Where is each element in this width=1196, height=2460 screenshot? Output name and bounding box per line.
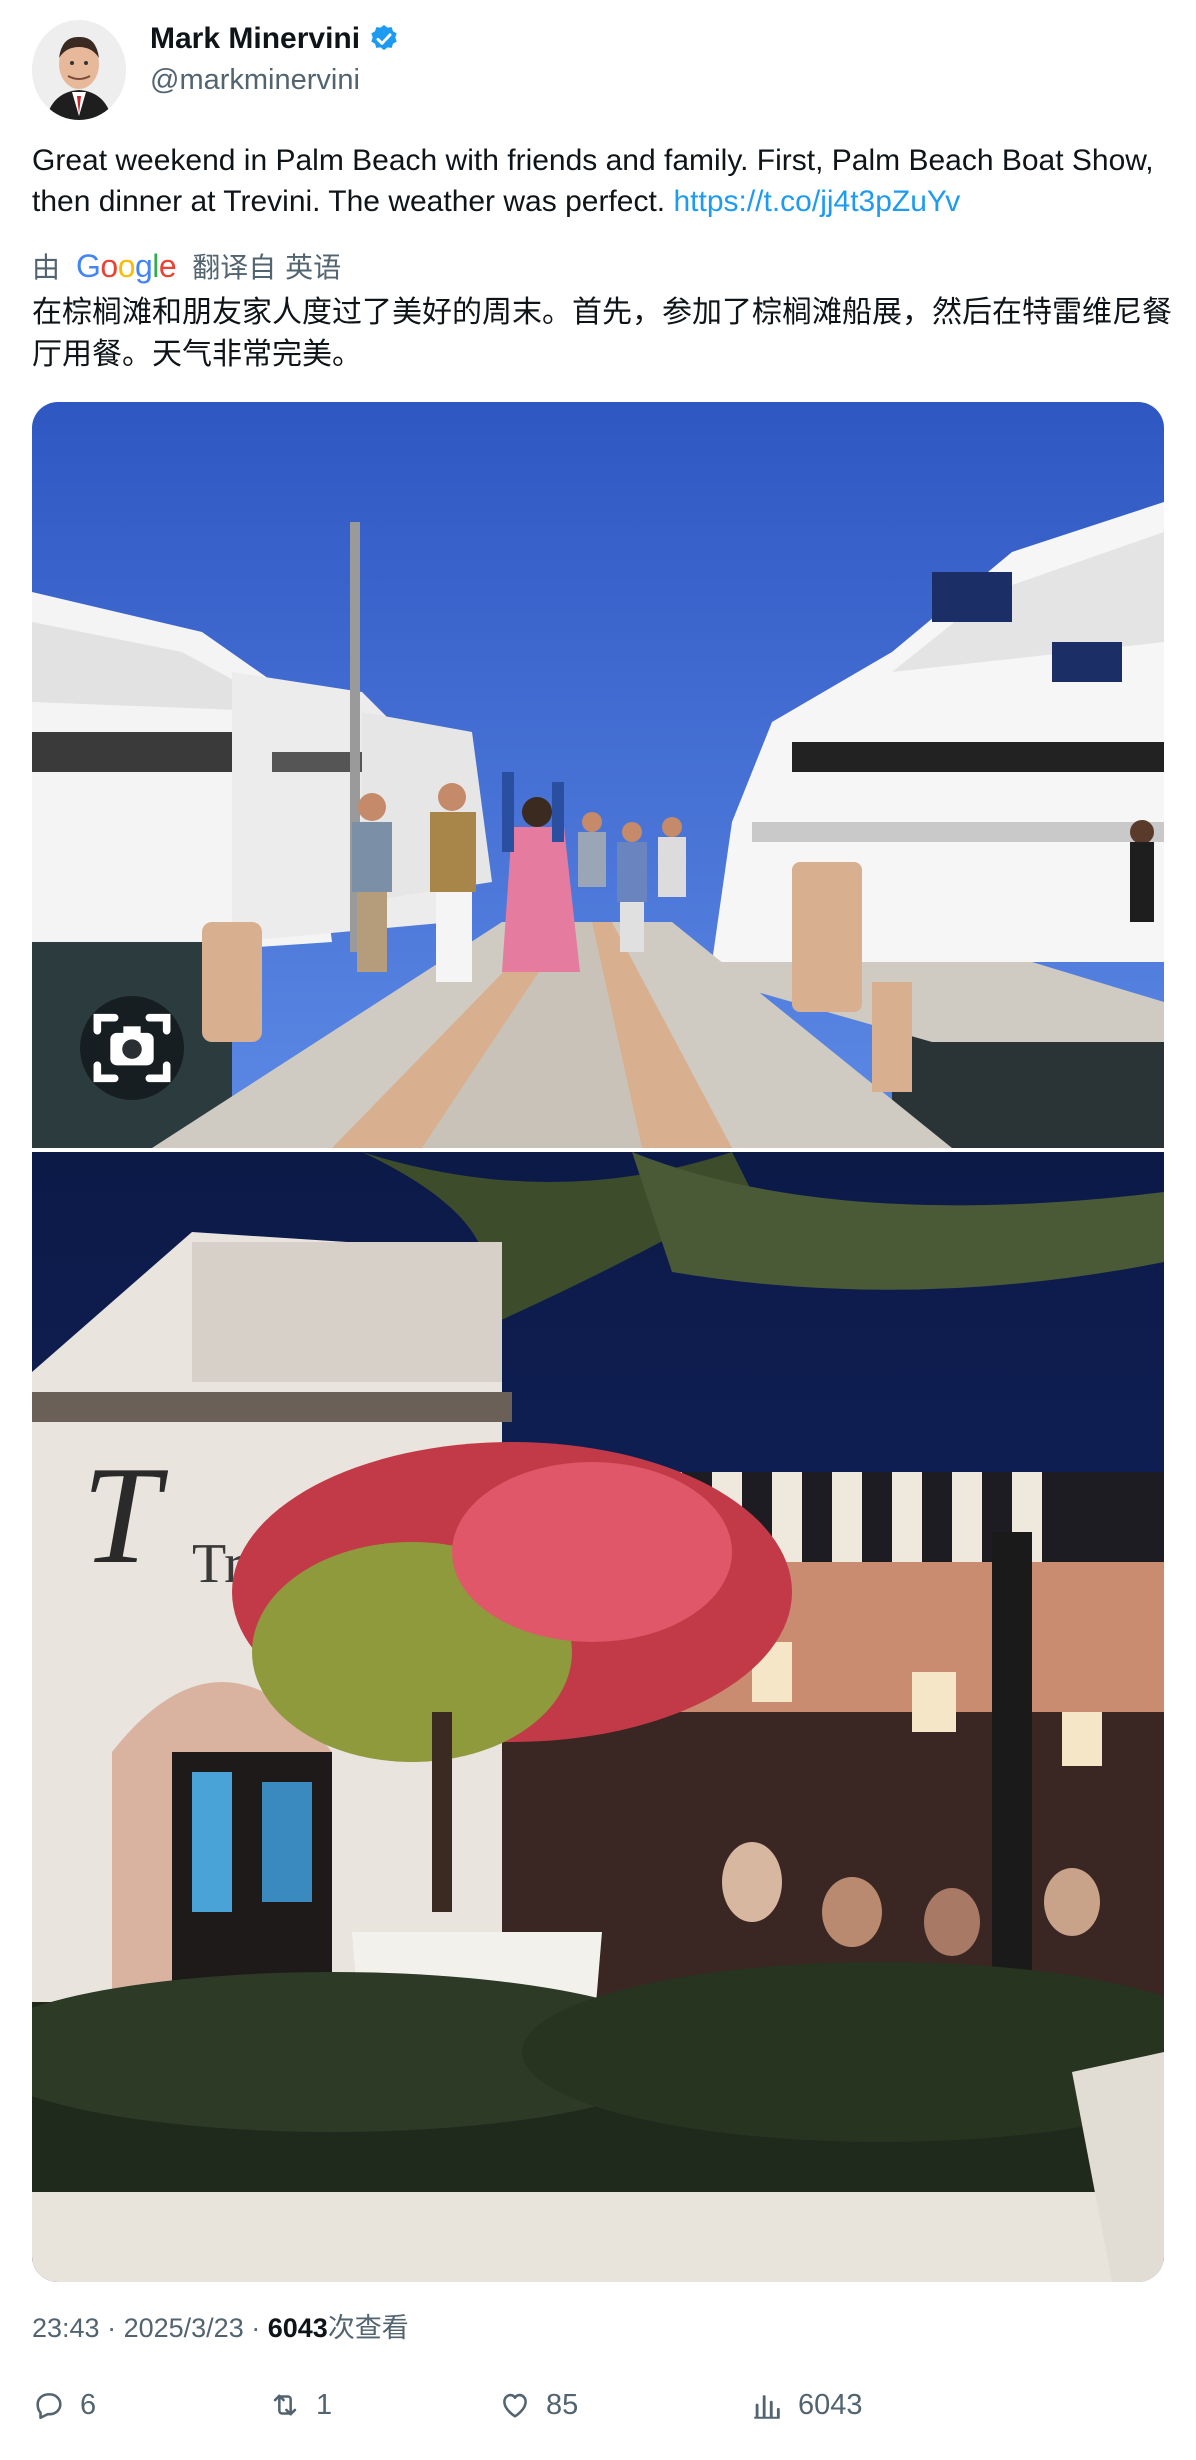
heart-icon: [503, 2393, 527, 2418]
avatar-image: [32, 20, 126, 120]
action-bar: 6 1 85 6043: [32, 2388, 1162, 2438]
retweet-icon: [273, 2394, 297, 2416]
like-count: 85: [546, 2388, 579, 2421]
translation-suffix: 翻译自 英语: [192, 251, 342, 284]
boat-show-image: [32, 402, 1164, 1148]
translated-text: 在棕榈滩和朋友家人度过了美好的周末。首先，参加了棕榈滩船展，然后在特雷维尼餐厅用…: [32, 295, 1172, 372]
media-grid[interactable]: T Trevi: [32, 402, 1164, 2282]
boat-show-photo[interactable]: [32, 402, 1164, 1148]
tweet-meta: 23:43 · 2025/3/23 · 6043次查看: [32, 2306, 409, 2345]
restaurant-sign: T: [82, 1438, 169, 1593]
reply-icon: [36, 2393, 62, 2420]
author-name[interactable]: Mark Minervini: [150, 22, 360, 56]
tweet-date[interactable]: 2025/3/23: [124, 2313, 244, 2343]
retweet-count: 1: [316, 2388, 333, 2421]
restaurant-photo[interactable]: T Trevi: [32, 1152, 1164, 2282]
meta-separator: ·: [251, 2313, 268, 2343]
author-handle[interactable]: @markminervini: [150, 64, 360, 97]
image-search-button[interactable]: [80, 996, 184, 1100]
camera-search-icon: [93, 1013, 171, 1083]
author-name-row[interactable]: Mark Minervini: [150, 22, 400, 56]
reply-count: 6: [80, 2388, 97, 2421]
retweet-button[interactable]: 1: [268, 2388, 332, 2422]
tweet-text: Great weekend in Palm Beach with friends…: [32, 140, 1162, 222]
meta-separator: ·: [107, 2313, 124, 2343]
translation-attribution: 由 Google 翻译自 英语: [32, 246, 341, 286]
tweet-body: Great weekend in Palm Beach with friends…: [32, 144, 1154, 218]
views-action-count: 6043: [798, 2388, 863, 2421]
restaurant-image: T Trevi: [32, 1152, 1164, 2282]
translation-prefix: 由: [32, 251, 61, 284]
views-button[interactable]: 6043: [750, 2388, 863, 2422]
avatar[interactable]: [32, 20, 126, 120]
like-button[interactable]: 85: [498, 2388, 578, 2422]
google-logo: Google: [76, 247, 177, 284]
reply-button[interactable]: 6: [32, 2388, 96, 2422]
view-count-label: 次查看: [327, 2313, 409, 2344]
verified-badge-icon: [371, 25, 397, 51]
view-count: 6043: [267, 2313, 328, 2343]
tweet-link[interactable]: https://t.co/jj4t3pZuYv: [673, 185, 960, 218]
analytics-icon: [754, 2395, 780, 2419]
tweet-time[interactable]: 23:43: [32, 2313, 100, 2343]
